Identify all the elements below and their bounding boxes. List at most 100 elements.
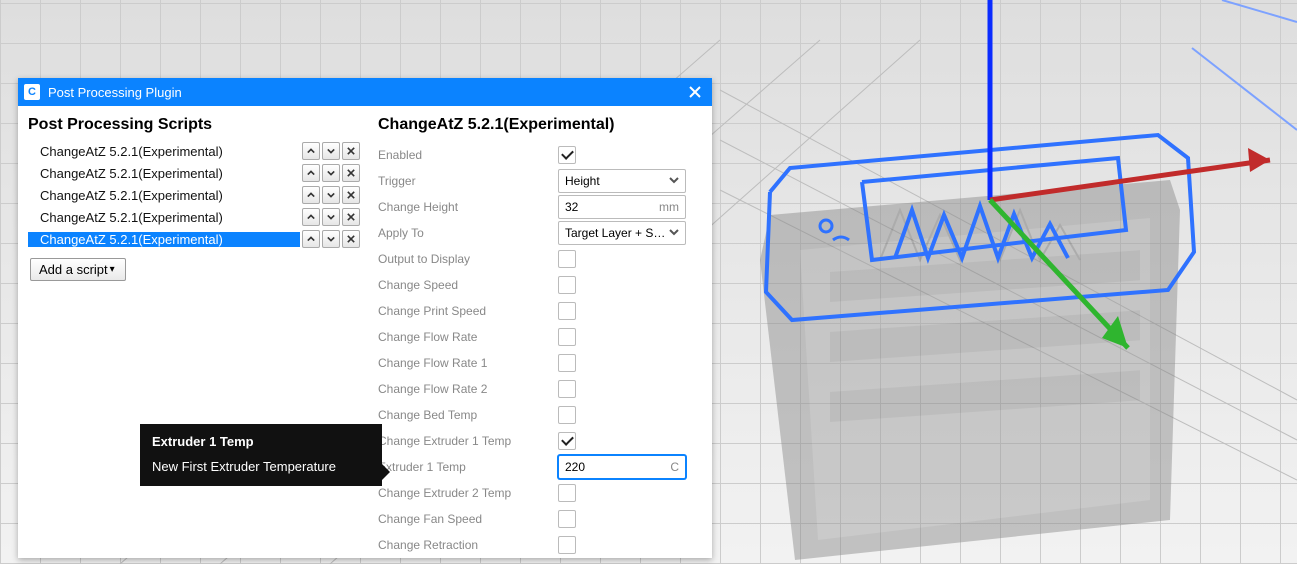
close-icon [689, 86, 701, 98]
setting-change-fan: Change Fan Speed [378, 506, 696, 532]
setting-label: Change Flow Rate 2 [378, 382, 558, 396]
select[interactable]: Target Layer + Su… [558, 221, 686, 245]
chevron-up-icon [307, 191, 315, 199]
move-down-button[interactable] [322, 230, 340, 248]
move-up-button[interactable] [302, 186, 320, 204]
script-row: ChangeAtZ 5.2.1(Experimental) [28, 140, 360, 162]
build-volume-outline [1192, 0, 1297, 130]
settings-list: EnabledTriggerHeightChange Height32mmApp… [378, 142, 696, 558]
chevron-up-icon [307, 169, 315, 177]
setting-label: Enabled [378, 148, 558, 162]
cura-icon: C [24, 84, 40, 100]
checkbox[interactable] [558, 484, 576, 502]
post-processing-dialog: C Post Processing Plugin Post Processing… [18, 78, 712, 558]
setting-change-height: Change Height32mm [378, 194, 696, 220]
setting-label: Change Print Speed [378, 304, 558, 318]
setting-output-display: Output to Display [378, 246, 696, 272]
caret-down-icon: ▾ [110, 264, 115, 275]
remove-button[interactable] [342, 142, 360, 160]
script-name[interactable]: ChangeAtZ 5.2.1(Experimental) [28, 166, 300, 181]
move-down-button[interactable] [322, 142, 340, 160]
setting-change-flow1: Change Flow Rate 1 [378, 350, 696, 376]
script-name[interactable]: ChangeAtZ 5.2.1(Experimental) [28, 210, 300, 225]
setting-label: Change Extruder 2 Temp [378, 486, 558, 500]
number-value: 32 [565, 200, 659, 214]
setting-change-bed: Change Bed Temp [378, 402, 696, 428]
chevron-down-icon [669, 226, 679, 240]
setting-change-flow: Change Flow Rate [378, 324, 696, 350]
close-button[interactable] [684, 81, 706, 103]
setting-label: Trigger [378, 174, 558, 188]
checkbox[interactable] [558, 380, 576, 398]
move-down-button[interactable] [322, 164, 340, 182]
checkbox[interactable] [558, 406, 576, 424]
move-up-button[interactable] [302, 142, 320, 160]
checkbox[interactable] [558, 328, 576, 346]
checkbox[interactable] [558, 302, 576, 320]
setting-label: Change Height [378, 200, 558, 214]
select[interactable]: Height [558, 169, 686, 193]
add-script-button[interactable]: Add a script ▾ [30, 258, 126, 281]
number-input[interactable]: 220C [558, 455, 686, 479]
tooltip-text: New First Extruder Temperature [152, 459, 370, 474]
tooltip: Extruder 1 Temp New First Extruder Tempe… [140, 424, 382, 486]
chevron-down-icon [327, 191, 335, 199]
setting-trigger: Trigger Height [378, 168, 696, 194]
script-name[interactable]: ChangeAtZ 5.2.1(Experimental) [28, 232, 300, 247]
setting-change-speed: Change Speed [378, 272, 696, 298]
chevron-up-icon [307, 213, 315, 221]
move-up-button[interactable] [302, 208, 320, 226]
checkbox[interactable] [558, 510, 576, 528]
setting-label: Change Retraction [378, 538, 558, 552]
x-icon [347, 213, 355, 221]
setting-change-flow2: Change Flow Rate 2 [378, 376, 696, 402]
select-value: Target Layer + Su… [565, 226, 669, 240]
number-value: 220 [565, 460, 670, 474]
setting-change-retract: Change Retraction [378, 532, 696, 558]
chevron-down-icon [669, 174, 679, 188]
chevron-down-icon [327, 235, 335, 243]
checkbox[interactable] [558, 276, 576, 294]
move-up-button[interactable] [302, 164, 320, 182]
move-down-button[interactable] [322, 186, 340, 204]
checkbox[interactable] [558, 536, 576, 554]
setting-label: Change Bed Temp [378, 408, 558, 422]
setting-label: Change Extruder 1 Temp [378, 434, 558, 448]
select-value: Height [565, 174, 669, 188]
x-icon [347, 235, 355, 243]
remove-button[interactable] [342, 164, 360, 182]
dialog-titlebar[interactable]: C Post Processing Plugin [18, 78, 712, 106]
setting-label: Change Flow Rate 1 [378, 356, 558, 370]
move-up-button[interactable] [302, 230, 320, 248]
script-row: ChangeAtZ 5.2.1(Experimental) [28, 184, 360, 206]
x-icon [347, 169, 355, 177]
script-row: ChangeAtZ 5.2.1(Experimental) [28, 206, 360, 228]
number-unit: mm [659, 200, 679, 214]
setting-label: Change Flow Rate [378, 330, 558, 344]
setting-label: Output to Display [378, 252, 558, 266]
settings-panel: ChangeAtZ 5.2.1(Experimental) Enabled Tri… [370, 106, 712, 558]
x-icon [347, 191, 355, 199]
setting-change-print-speed: Change Print Speed [378, 298, 696, 324]
chevron-down-icon [327, 147, 335, 155]
setting-enabled: Enabled [378, 142, 696, 168]
setting-label: Extruder 1 Temp [378, 460, 558, 474]
move-down-button[interactable] [322, 208, 340, 226]
script-name[interactable]: ChangeAtZ 5.2.1(Experimental) [28, 188, 300, 203]
checkbox[interactable] [558, 354, 576, 372]
setting-label: Change Speed [378, 278, 558, 292]
chevron-up-icon [307, 147, 315, 155]
remove-button[interactable] [342, 230, 360, 248]
remove-button[interactable] [342, 208, 360, 226]
add-script-label: Add a script [39, 262, 108, 277]
setting-label: Apply To [378, 226, 558, 240]
remove-button[interactable] [342, 186, 360, 204]
number-unit: C [670, 460, 679, 474]
checkbox[interactable] [558, 432, 576, 450]
panel-title: ChangeAtZ 5.2.1(Experimental) [378, 116, 696, 134]
script-name[interactable]: ChangeAtZ 5.2.1(Experimental) [28, 144, 300, 159]
setting-e1-temp: Extruder 1 Temp220C [378, 454, 696, 480]
checkbox[interactable] [558, 146, 576, 164]
number-input[interactable]: 32mm [558, 195, 686, 219]
checkbox[interactable] [558, 250, 576, 268]
